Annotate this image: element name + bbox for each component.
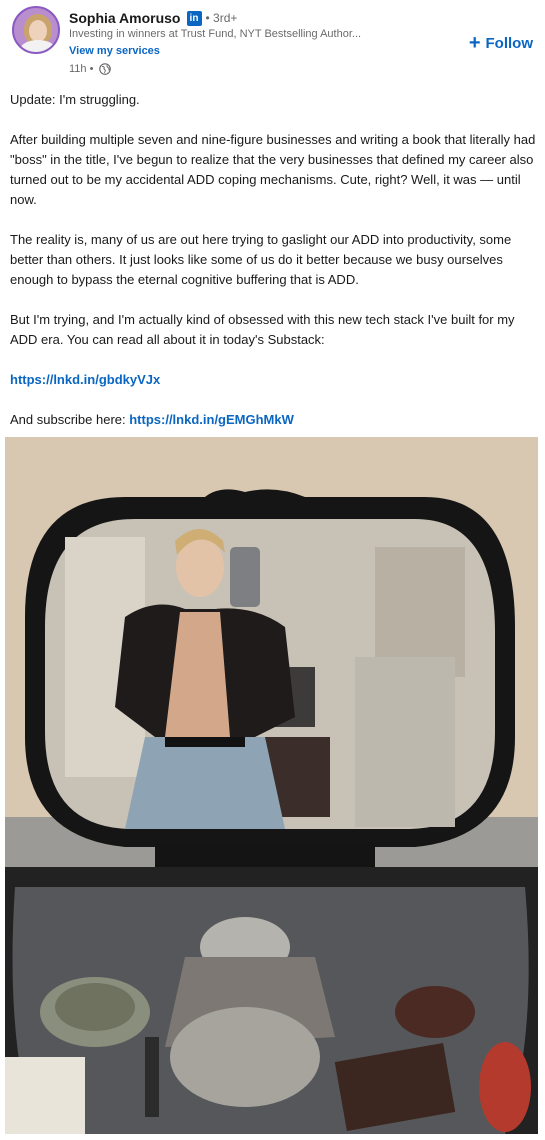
post-meta: 11h • xyxy=(69,63,112,75)
author-headline: Investing in winners at Trust Fund, NYT … xyxy=(69,28,362,40)
follow-label: Follow xyxy=(485,34,534,52)
post-link-paragraph: https://lnkd.in/gbdkyVJx xyxy=(10,370,540,390)
post-paragraph: After building multiple seven and nine-f… xyxy=(10,132,536,207)
post-body: Update: I'm struggling. After building m… xyxy=(10,90,540,450)
avatar-body xyxy=(20,40,56,52)
post-paragraph: The reality is, many of us are out here … xyxy=(10,232,512,287)
author-avatar[interactable] xyxy=(12,6,60,54)
post-header: Sophia Amoruso in • 3rd+ Investing in wi… xyxy=(0,0,545,88)
linkedin-icon: in xyxy=(186,10,202,26)
subscribe-paragraph: And subscribe here: https://lnkd.in/gEMG… xyxy=(10,410,540,430)
post-photo-illustration xyxy=(5,437,538,1134)
author-name-row: Sophia Amoruso in • 3rd+ xyxy=(69,8,237,28)
post-paragraph: But I'm trying, and I'm actually kind of… xyxy=(10,312,515,347)
plus-icon: + xyxy=(468,32,481,54)
substack-link[interactable]: https://lnkd.in/gbdkyVJx xyxy=(10,372,160,387)
subscribe-prefix: And subscribe here: xyxy=(10,412,130,427)
subscribe-link[interactable]: https://lnkd.in/gEMGhMkW xyxy=(129,412,294,427)
connection-degree: • 3rd+ xyxy=(205,11,238,25)
globe-icon xyxy=(99,63,112,75)
follow-button[interactable]: + Follow xyxy=(469,30,533,56)
post-timestamp: 11h • xyxy=(69,63,94,75)
avatar-face xyxy=(29,20,47,42)
author-name[interactable]: Sophia Amoruso xyxy=(69,10,181,26)
post-image[interactable] xyxy=(5,437,538,1134)
view-services-link[interactable]: View my services xyxy=(69,45,160,57)
post-paragraph: Update: I'm struggling. xyxy=(10,92,140,107)
